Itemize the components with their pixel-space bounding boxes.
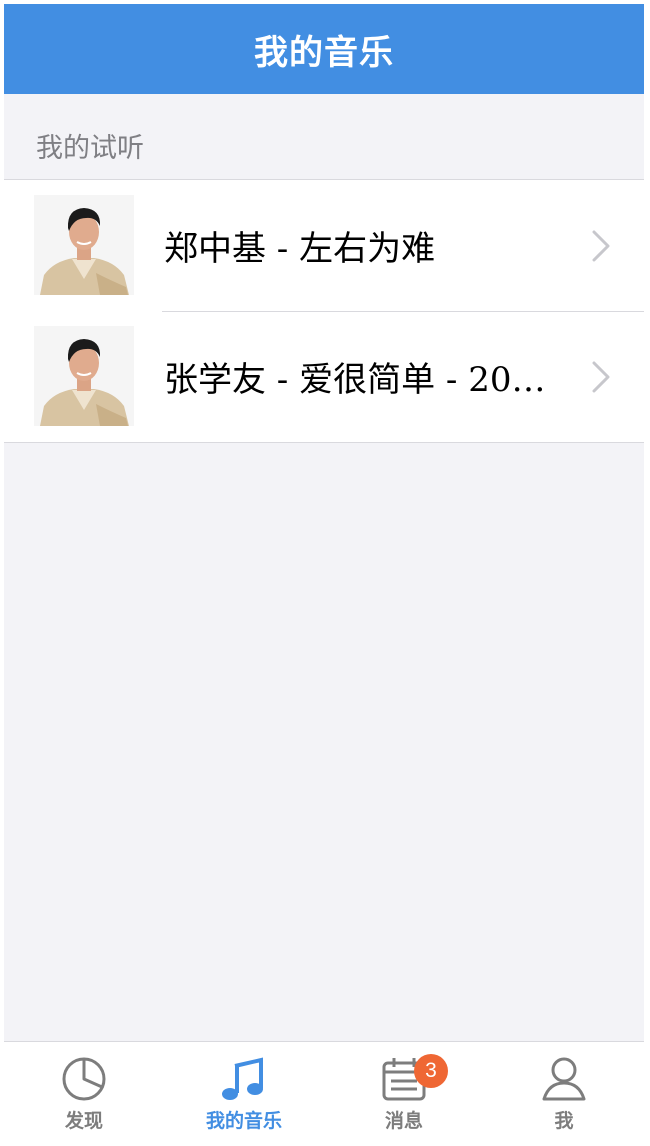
tab-discover[interactable]: 发现 xyxy=(4,1042,164,1142)
tab-messages[interactable]: 消息 3 xyxy=(324,1042,484,1142)
song-list-item[interactable]: 张学友 - 爱很简单 - 2004… xyxy=(4,311,644,442)
chevron-right-icon xyxy=(592,361,610,392)
tab-label: 发现 xyxy=(64,1110,103,1132)
chevron-right-icon xyxy=(592,230,610,261)
tab-bar: 发现 我的音乐 消息 3 我 xyxy=(4,1041,644,1142)
song-thumbnail xyxy=(34,195,134,295)
user-icon xyxy=(542,1057,586,1101)
song-list: 郑中基 - 左右为难 张学友 - 爱很简单 - 2004… xyxy=(4,179,644,443)
tab-me[interactable]: 我 xyxy=(484,1042,644,1142)
song-thumbnail xyxy=(34,326,134,426)
notification-badge: 3 xyxy=(414,1054,448,1088)
song-title: 郑中基 - 左右为难 xyxy=(164,229,436,269)
tab-label: 我 xyxy=(554,1110,574,1132)
tab-label: 我的音乐 xyxy=(205,1110,282,1132)
section-header: 我的试听 xyxy=(36,133,144,164)
page-title: 我的音乐 xyxy=(254,32,394,73)
song-title: 张学友 - 爱很简单 - 2004… xyxy=(164,360,564,400)
music-note-icon xyxy=(222,1057,263,1100)
tab-label: 消息 xyxy=(384,1110,423,1132)
tab-my-music[interactable]: 我的音乐 xyxy=(164,1042,324,1142)
app-screen: 我的音乐 我的试听 郑中基 - 左右为难 张学友 - 爱很简单 - 2004… … xyxy=(4,4,644,1142)
nav-bar: 我的音乐 xyxy=(4,4,644,94)
song-list-item[interactable]: 郑中基 - 左右为难 xyxy=(4,180,644,311)
pie-chart-icon xyxy=(62,1057,106,1101)
